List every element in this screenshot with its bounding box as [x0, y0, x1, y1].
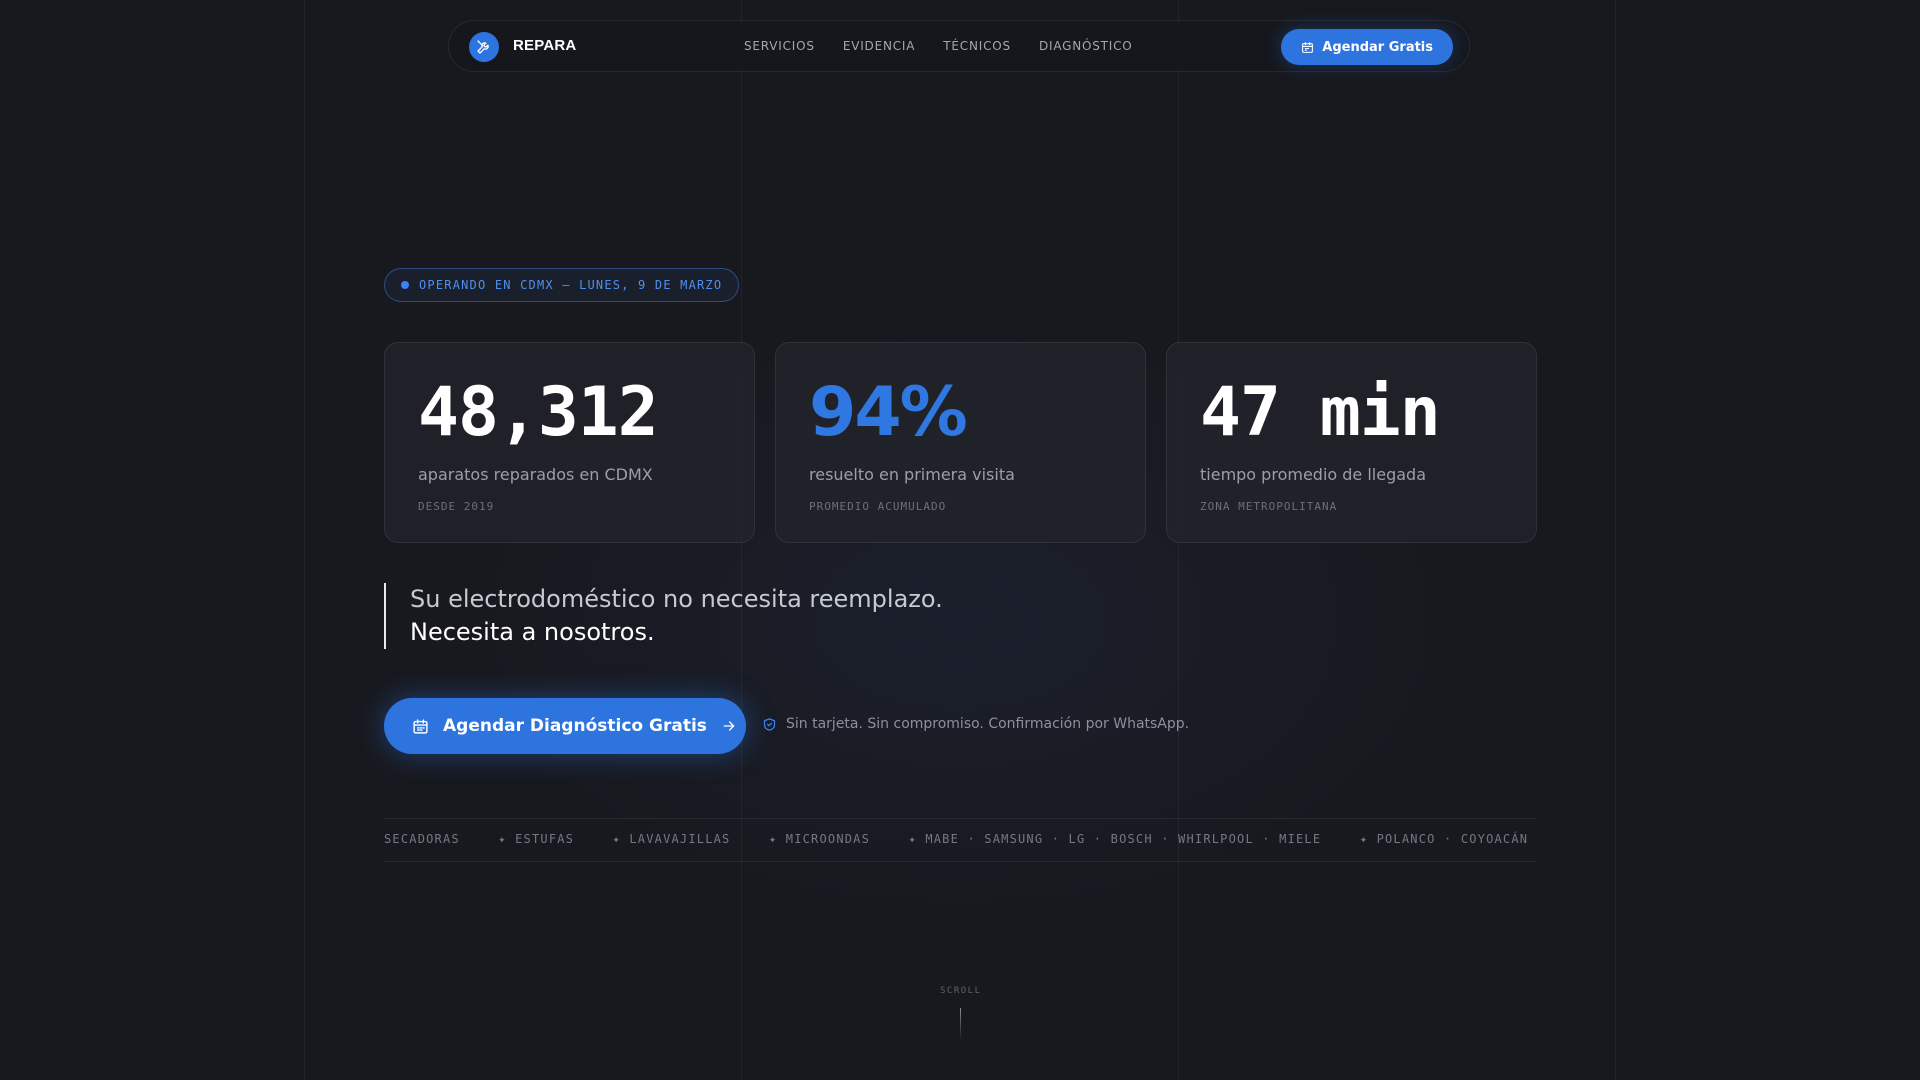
- logo[interactable]: [469, 32, 499, 62]
- stat-label: aparatos reparados en CDMX: [418, 465, 653, 484]
- nav-link-evidencia[interactable]: EVIDENCIA: [843, 39, 915, 53]
- calendar-icon: [1302, 41, 1314, 53]
- ticker-item: ✦ POLANCO · COYOACÁN · R: [1359, 832, 1536, 846]
- stat-label: tiempo promedio de llegada: [1200, 465, 1426, 484]
- top-navbar: REPARA SERVICIOS EVIDENCIA TÉCNICOS DIAG…: [448, 20, 1470, 72]
- ticker-item: SECADORAS: [384, 832, 460, 846]
- nav-link-diagnostico[interactable]: DIAGNÓSTICO: [1039, 39, 1133, 53]
- schedule-diagnosis-button[interactable]: Agendar Diagnóstico Gratis: [384, 698, 746, 754]
- stat-card-first-visit: 94% resuelto en primera visita PROMEDIO …: [775, 342, 1146, 543]
- landing-page: REPARA SERVICIOS EVIDENCIA TÉCNICOS DIAG…: [0, 0, 1920, 1080]
- status-badge: OPERANDO EN CDMX — LUNES, 9 DE MARZO: [384, 268, 740, 302]
- quote-line-2: Necesita a nosotros.: [410, 618, 655, 646]
- nav-links: SERVICIOS EVIDENCIA TÉCNICOS DIAGNÓSTICO: [744, 39, 1133, 53]
- cta-note: Sin tarjeta. Sin compromiso. Confirmació…: [762, 716, 1189, 732]
- stat-card-arrival-time: 47 min tiempo promedio de llegada ZONA M…: [1166, 342, 1537, 543]
- stat-card-repairs: 48,312 aparatos reparados en CDMX DESDE …: [384, 342, 755, 543]
- scroll-label: SCROLL: [940, 986, 982, 996]
- scroll-indicator-line: [960, 1008, 961, 1040]
- stats-cards: 48,312 aparatos reparados en CDMX DESDE …: [384, 342, 1537, 543]
- stat-sublabel: ZONA METROPOLITANA: [1200, 500, 1338, 513]
- ticker-track: SECADORAS ✦ ESTUFAS ✦ LAVAVAJILLAS ✦ MIC…: [384, 832, 1536, 846]
- grid-line: [304, 0, 305, 1080]
- stat-sublabel: DESDE 2019: [418, 500, 495, 513]
- ticker-item: ✦ MABE · SAMSUNG · LG · BOSCH · WHIRLPOO…: [908, 832, 1322, 846]
- stat-value: 48,312: [418, 373, 659, 452]
- ticker-item: ✦ LAVAVAJILLAS: [612, 832, 731, 846]
- brand-name[interactable]: REPARA: [513, 37, 576, 54]
- cta-note-text: Sin tarjeta. Sin compromiso. Confirmació…: [786, 716, 1190, 732]
- appliance-ticker: SECADORAS ✦ ESTUFAS ✦ LAVAVAJILLAS ✦ MIC…: [384, 818, 1536, 862]
- tools-icon: [477, 40, 489, 54]
- status-dot-icon: [401, 281, 409, 289]
- schedule-diagnosis-label: Agendar Diagnóstico Gratis: [443, 716, 707, 736]
- nav-link-servicios[interactable]: SERVICIOS: [744, 39, 815, 53]
- stat-sublabel: PROMEDIO ACUMULADO: [809, 500, 947, 513]
- quote-line-1: Su electrodoméstico no necesita reemplaz…: [410, 585, 943, 613]
- status-text: OPERANDO EN CDMX — LUNES, 9 DE MARZO: [419, 278, 723, 292]
- shield-check-icon: [763, 717, 776, 731]
- stat-value: 94%: [809, 373, 968, 452]
- nav-link-tecnicos[interactable]: TÉCNICOS: [943, 39, 1011, 53]
- arrow-right-icon: [723, 721, 735, 731]
- grid-line: [1615, 0, 1616, 1080]
- schedule-free-button[interactable]: Agendar Gratis: [1281, 29, 1453, 65]
- ticker-item: ✦ ESTUFAS: [498, 832, 575, 846]
- hero-quote: Su electrodoméstico no necesita reemplaz…: [384, 583, 943, 649]
- ticker-item: ✦ MICROONDAS: [768, 832, 871, 846]
- stat-label: resuelto en primera visita: [809, 465, 1015, 484]
- stat-value: 47 min: [1200, 373, 1441, 452]
- calendar-icon: [413, 718, 428, 734]
- schedule-free-label: Agendar Gratis: [1322, 39, 1433, 55]
